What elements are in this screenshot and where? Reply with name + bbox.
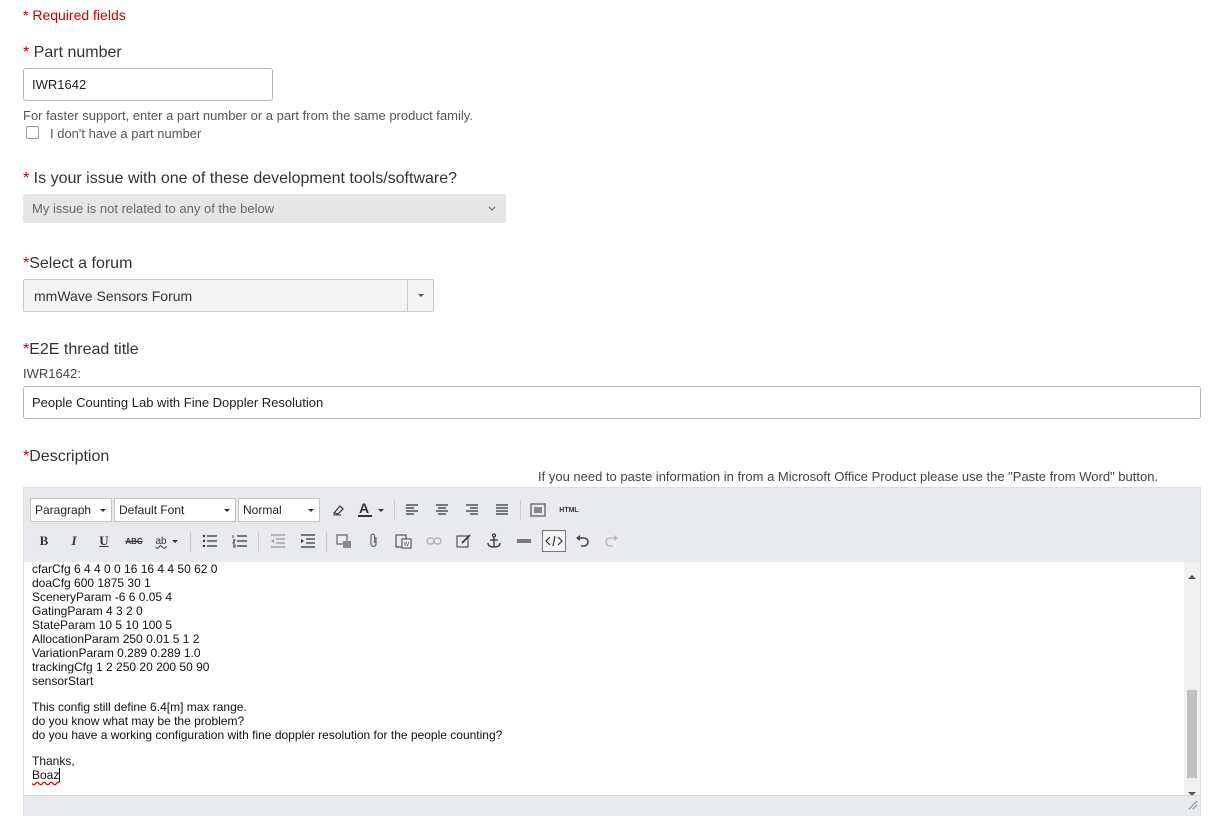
- font-selected: Default Font: [119, 503, 185, 517]
- caret-down-icon[interactable]: [415, 288, 427, 305]
- strikethrough-icon[interactable]: ABC: [122, 530, 146, 552]
- config-line: VariationParam 0.289 0.289 1.0: [32, 646, 201, 660]
- config-line: cfarCfg 6 4 4 0 0 16 16 4 4 50 62 0: [32, 562, 218, 576]
- rich-text-editor: Paragraph Default Font Normal A HTML B I…: [23, 487, 1201, 816]
- forum-selected: mmWave Sensors Forum: [34, 288, 193, 304]
- thread-title-label: *E2E thread title: [23, 341, 139, 359]
- edit-icon[interactable]: [452, 530, 476, 552]
- no-part-number-label[interactable]: I don't have a part number: [50, 126, 201, 141]
- attachment-icon[interactable]: [362, 530, 386, 552]
- paste-from-word-note: If you need to paste information in from…: [538, 469, 1159, 484]
- description-label-text: Description: [29, 448, 110, 465]
- description-label: *Description: [23, 448, 109, 466]
- caret-down-icon: [99, 503, 107, 517]
- config-line: StateParam 10 5 10 100 5: [32, 618, 173, 632]
- required-fields-note: * Required fields: [23, 7, 126, 23]
- bold-icon[interactable]: B: [32, 530, 56, 552]
- media-icon[interactable]: [526, 499, 550, 521]
- part-number-value: IWR1642: [32, 77, 87, 92]
- config-line: doaCfg 600 1875 30 1: [32, 576, 151, 590]
- align-left-icon[interactable]: [400, 499, 424, 521]
- editor-scrollbar[interactable]: [1184, 562, 1200, 796]
- dev-tools-selected: My issue is not related to any of the be…: [32, 201, 275, 216]
- part-number-help: For faster support, enter a part number …: [23, 108, 473, 123]
- dev-tools-select[interactable]: My issue is not related to any of the be…: [23, 194, 506, 223]
- undo-icon[interactable]: [570, 530, 594, 552]
- text-cursor: [59, 768, 61, 782]
- spellcheck-label: ab: [155, 535, 167, 547]
- horizontal-rule-icon[interactable]: [512, 530, 536, 552]
- toolbar-separator: [394, 500, 395, 520]
- bullet-list-icon[interactable]: [198, 530, 222, 552]
- forum-select[interactable]: mmWave Sensors Forum: [23, 279, 434, 312]
- forum-select-divider: [407, 280, 408, 311]
- chevron-down-icon: [487, 201, 497, 216]
- thread-title-input[interactable]: People Counting Lab with Fine Doppler Re…: [23, 386, 1201, 419]
- align-right-icon[interactable]: [460, 499, 484, 521]
- config-line: GatingParam 4 3 2 0: [32, 604, 143, 618]
- editor-content[interactable]: cfarCfg 6 4 4 0 0 16 16 4 4 50 62 0 doaCf…: [24, 562, 1184, 795]
- message-line: do you have a working configuration with…: [32, 728, 503, 742]
- signature-text: Boaz: [32, 768, 60, 782]
- toolbar-separator: [326, 532, 327, 552]
- svg-text:W: W: [404, 542, 410, 548]
- numbered-list-icon[interactable]: [228, 530, 252, 552]
- font-color-icon[interactable]: A: [354, 499, 388, 521]
- underline-icon[interactable]: U: [92, 530, 116, 552]
- toolbar-separator: [520, 500, 521, 520]
- caret-down-icon: [223, 503, 231, 517]
- thanks-line: Thanks,: [32, 754, 75, 768]
- required-fields-text: Required fields: [28, 7, 126, 23]
- align-justify-icon[interactable]: [490, 499, 514, 521]
- forum-label: *Select a forum: [23, 255, 132, 273]
- config-lines: cfarCfg 6 4 4 0 0 16 16 4 4 50 62 0 doaCf…: [24, 562, 1184, 688]
- scroll-thumb[interactable]: [1187, 690, 1197, 778]
- toolbar-separator: [190, 532, 191, 552]
- font-select[interactable]: Default Font: [114, 498, 236, 522]
- dev-tools-label: * Is your issue with one of these develo…: [23, 170, 457, 188]
- font-size-select[interactable]: Normal: [238, 498, 320, 522]
- thread-title-label-text: E2E thread title: [29, 341, 139, 358]
- thread-title-prefix: IWR1642:: [23, 366, 81, 381]
- message-line: do you know what may be the problem?: [32, 714, 245, 728]
- no-part-number-checkbox[interactable]: [26, 126, 39, 139]
- anchor-icon[interactable]: [482, 530, 506, 552]
- config-line: SceneryParam -6 6 0.05 4: [32, 590, 173, 604]
- config-line: trackingCfg 1 2 250 20 200 50 90: [32, 660, 210, 674]
- clear-format-icon[interactable]: [326, 499, 350, 521]
- message-line: This config still define 6.4[m] max rang…: [32, 700, 247, 714]
- thread-title-value: People Counting Lab with Fine Doppler Re…: [32, 395, 324, 410]
- link-icon[interactable]: [422, 530, 446, 552]
- html-view-icon[interactable]: HTML: [554, 499, 584, 521]
- part-number-label: * Part number: [23, 44, 122, 62]
- font-size-selected: Normal: [243, 503, 282, 517]
- forum-label-text: Select a forum: [29, 255, 133, 272]
- resize-handle-icon[interactable]: [1188, 797, 1198, 815]
- outdent-icon[interactable]: [266, 530, 290, 552]
- config-line: AllocationParam 250 0.01 5 1 2: [32, 632, 200, 646]
- editor-statusbar: [24, 795, 1200, 816]
- part-number-input[interactable]: IWR1642: [23, 68, 273, 101]
- indent-icon[interactable]: [296, 530, 320, 552]
- config-line: sensorStart: [32, 674, 94, 688]
- caret-down-icon: [307, 503, 315, 517]
- spellcheck-icon[interactable]: ab: [150, 530, 184, 552]
- format-selected: Paragraph: [35, 503, 92, 517]
- source-code-icon[interactable]: [542, 530, 566, 552]
- italic-icon[interactable]: I: [62, 530, 86, 552]
- part-number-label-text: Part number: [29, 44, 122, 61]
- message-lines: This config still define 6.4[m] max rang…: [24, 700, 1184, 742]
- svg-text:A: A: [359, 501, 369, 516]
- align-center-icon[interactable]: [430, 499, 454, 521]
- paste-from-word-icon[interactable]: W: [392, 530, 416, 552]
- scroll-up-icon[interactable]: [1188, 567, 1196, 585]
- signature-line: Boaz: [24, 768, 1184, 782]
- dev-tools-label-text: Is your issue with one of these developm…: [29, 170, 458, 187]
- redo-icon[interactable]: [600, 530, 624, 552]
- insert-image-icon[interactable]: [332, 530, 356, 552]
- format-select[interactable]: Paragraph: [30, 498, 112, 522]
- toolbar-separator: [258, 532, 259, 552]
